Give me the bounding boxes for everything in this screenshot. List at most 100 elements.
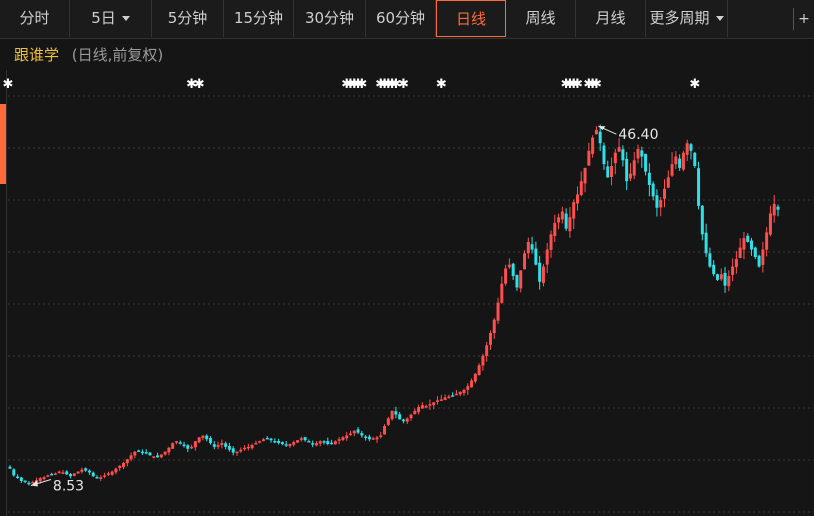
candle xyxy=(750,237,754,256)
candle-body xyxy=(386,418,390,425)
candle-body xyxy=(575,194,579,204)
chart-grid xyxy=(8,95,814,513)
candle-body xyxy=(473,373,477,382)
candle xyxy=(594,126,598,135)
candle-body xyxy=(594,129,598,135)
candle xyxy=(261,438,265,442)
candle xyxy=(341,436,345,442)
candle xyxy=(333,440,337,445)
candle xyxy=(757,254,761,268)
candle xyxy=(610,157,614,186)
tab-6[interactable]: 60分钟 xyxy=(366,0,436,37)
candle-body xyxy=(152,456,156,458)
candle xyxy=(534,241,538,266)
candle xyxy=(311,440,315,448)
candle-body xyxy=(753,247,757,258)
candle-body xyxy=(80,469,84,472)
candle xyxy=(156,452,160,458)
candle-body xyxy=(269,438,273,441)
candle-body xyxy=(103,475,107,477)
candle xyxy=(738,238,742,259)
tab-label: 周线 xyxy=(525,9,556,27)
candle xyxy=(280,441,284,446)
candle xyxy=(538,255,542,290)
candle xyxy=(398,411,402,420)
candle xyxy=(746,233,750,243)
candle-body xyxy=(772,203,776,216)
candle xyxy=(364,435,368,441)
candle xyxy=(557,213,561,230)
tab-9[interactable]: 月线 xyxy=(576,0,646,37)
chevron-down-icon xyxy=(715,16,724,21)
candle-body xyxy=(738,247,742,259)
candle xyxy=(727,270,731,292)
candle xyxy=(655,189,659,217)
candle xyxy=(12,468,16,477)
candle xyxy=(84,467,88,472)
candle-body xyxy=(636,148,640,159)
candle-body xyxy=(481,355,485,366)
tab-3[interactable]: 5分钟 xyxy=(152,0,224,37)
candle-body xyxy=(273,440,277,443)
chevron-down-icon xyxy=(121,16,130,21)
tab-2[interactable]: 5日 xyxy=(70,0,152,37)
tab-8[interactable]: 周线 xyxy=(506,0,576,37)
candle-body xyxy=(91,472,95,477)
candle-body xyxy=(216,444,220,447)
candle xyxy=(765,227,769,257)
candle-body xyxy=(337,439,341,441)
candle-body xyxy=(254,443,258,445)
candle-body xyxy=(610,166,614,178)
candle-body xyxy=(246,446,250,449)
signal-marker-icon: ✱ xyxy=(194,77,205,92)
candle-body xyxy=(220,443,224,446)
candle xyxy=(511,262,515,281)
tab-4[interactable]: 15分钟 xyxy=(224,0,294,37)
add-period-button[interactable]: + xyxy=(793,8,814,30)
candle xyxy=(326,437,330,446)
candle xyxy=(715,273,719,281)
candle xyxy=(405,417,409,425)
candle-body xyxy=(681,152,685,170)
candle xyxy=(553,214,557,242)
candle-body xyxy=(451,395,455,397)
candle-body xyxy=(417,407,421,413)
candle xyxy=(95,475,99,479)
tab-10[interactable]: 更多周期 xyxy=(646,0,728,37)
candle xyxy=(174,440,178,445)
candle xyxy=(500,276,504,304)
candle xyxy=(121,461,125,470)
candle xyxy=(420,402,424,409)
candle-body xyxy=(72,473,76,476)
tab-5[interactable]: 30分钟 xyxy=(294,0,366,37)
candle xyxy=(451,392,455,397)
candle xyxy=(560,206,564,224)
candle-body xyxy=(538,262,542,282)
candle-body xyxy=(606,166,610,178)
candle-body xyxy=(436,400,440,402)
tab-7[interactable]: 日线 xyxy=(436,0,506,37)
candle-body xyxy=(647,172,651,185)
candle-body xyxy=(776,206,780,210)
candle xyxy=(235,451,239,457)
candle-body xyxy=(564,213,568,229)
kline-chart[interactable]: ✱ ✱✱ ✱✱✱✱✱ ✱✱✱✱✱✱ ✱ ✱✱✱✱ ✱✱✱ ✱ 46.408.53 xyxy=(0,70,814,516)
candle-body xyxy=(723,272,727,286)
tab-1[interactable]: 分时 xyxy=(0,0,70,37)
candle xyxy=(651,181,655,201)
candle xyxy=(447,394,451,399)
signal-marker-icon: ✱ xyxy=(356,77,367,92)
candle xyxy=(401,418,405,424)
candle-body xyxy=(125,459,129,464)
candle-body xyxy=(27,482,31,485)
candle xyxy=(16,474,20,479)
candle xyxy=(689,142,693,160)
candle-body xyxy=(488,333,492,345)
candle-body xyxy=(16,476,20,479)
candle-body xyxy=(507,264,511,268)
candle xyxy=(23,480,27,484)
candle xyxy=(246,443,250,451)
candle-body xyxy=(734,258,738,268)
candle-body xyxy=(243,447,247,450)
candle xyxy=(110,470,114,476)
